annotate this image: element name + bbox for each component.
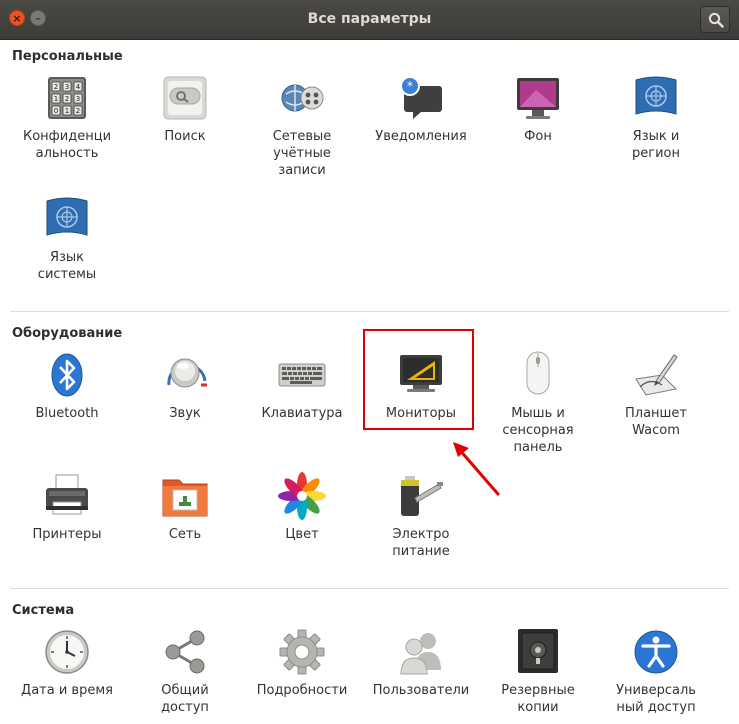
color-icon bbox=[278, 472, 326, 520]
details-gear-icon bbox=[279, 629, 325, 675]
settings-item-system-language[interactable]: Язык системы bbox=[9, 195, 125, 283]
svg-text:0: 0 bbox=[54, 107, 58, 115]
settings-item-notifications[interactable]: * Уведомления bbox=[363, 74, 479, 145]
settings-item-label: Универсаль ный доступ bbox=[616, 683, 696, 715]
language-region-icon bbox=[635, 76, 677, 115]
sound-icon bbox=[167, 358, 207, 388]
settings-item-sound[interactable]: Звук bbox=[127, 351, 243, 422]
accessibility-icon bbox=[634, 630, 678, 674]
wacom-tablet-icon bbox=[635, 354, 678, 396]
settings-item-users[interactable]: Пользователи bbox=[363, 628, 479, 699]
settings-item-network[interactable]: Сеть bbox=[127, 472, 243, 543]
svg-text:1: 1 bbox=[54, 95, 58, 103]
settings-item-keyboard[interactable]: Клавиатура bbox=[244, 351, 360, 422]
settings-item-label: Bluetooth bbox=[35, 406, 99, 421]
section-title-personal: Персональные bbox=[12, 49, 123, 64]
section-title-system: Система bbox=[12, 603, 75, 618]
svg-text:1: 1 bbox=[65, 107, 69, 115]
settings-item-label: Планшет Wacom bbox=[624, 406, 688, 438]
bluetooth-icon bbox=[51, 353, 83, 397]
system-language-icon bbox=[46, 197, 88, 236]
keyboard-icon bbox=[278, 363, 326, 387]
settings-item-label: Сетевые учётные записи bbox=[272, 129, 332, 178]
settings-item-privacy[interactable]: 234 123 012 Конфиденци альность bbox=[9, 74, 125, 162]
section-divider bbox=[10, 311, 729, 312]
settings-item-label: Подробности bbox=[256, 683, 348, 698]
power-icon bbox=[401, 476, 443, 516]
users-icon bbox=[400, 633, 441, 675]
notifications-icon: * bbox=[400, 76, 442, 119]
settings-item-language-region[interactable]: Язык и регион bbox=[598, 74, 714, 162]
settings-item-label: Резервные копии bbox=[501, 683, 575, 715]
settings-item-label: Язык системы bbox=[37, 250, 97, 282]
backup-safe-icon bbox=[518, 629, 558, 673]
settings-item-bluetooth[interactable]: Bluetooth bbox=[9, 351, 125, 422]
settings-item-date-time[interactable]: Дата и время bbox=[9, 628, 125, 699]
search-button[interactable] bbox=[700, 6, 730, 33]
settings-item-label: Уведомления bbox=[375, 129, 467, 144]
search-icon bbox=[708, 12, 724, 28]
settings-item-printers[interactable]: Принтеры bbox=[9, 472, 125, 543]
settings-item-online-accounts[interactable]: Сетевые учётные записи bbox=[244, 74, 360, 179]
settings-item-label: Дата и время bbox=[21, 683, 113, 698]
window-title: Все параметры bbox=[307, 11, 432, 27]
mouse-icon bbox=[526, 351, 550, 395]
settings-item-wacom[interactable]: Планшет Wacom bbox=[598, 351, 714, 439]
settings-item-label: Электро питание bbox=[392, 527, 450, 559]
settings-item-label: Принтеры bbox=[32, 527, 102, 542]
svg-text:*: * bbox=[407, 79, 413, 93]
highlight-box bbox=[363, 329, 474, 430]
background-icon bbox=[517, 78, 559, 119]
settings-item-backup[interactable]: Резервные копии bbox=[480, 628, 596, 716]
settings-item-label: Пользователи bbox=[372, 683, 470, 698]
privacy-lock-icon: 234 123 012 bbox=[48, 77, 86, 119]
printer-icon bbox=[46, 474, 88, 515]
svg-text:2: 2 bbox=[65, 95, 69, 103]
settings-item-sharing[interactable]: Общий доступ bbox=[127, 628, 243, 716]
settings-item-label: Язык и регион bbox=[632, 129, 680, 161]
svg-text:3: 3 bbox=[65, 83, 69, 91]
settings-item-label: Фон bbox=[524, 129, 552, 144]
settings-item-color[interactable]: Цвет bbox=[244, 472, 360, 543]
svg-text:2: 2 bbox=[76, 107, 80, 115]
settings-item-details[interactable]: Подробности bbox=[244, 628, 360, 699]
online-accounts-icon bbox=[281, 84, 324, 112]
svg-text:2: 2 bbox=[54, 83, 58, 91]
search-icon bbox=[163, 76, 207, 120]
clock-icon bbox=[45, 630, 89, 674]
title-bar: × – Все параметры bbox=[0, 0, 739, 40]
settings-item-search[interactable]: Поиск bbox=[127, 74, 243, 145]
sharing-icon bbox=[165, 630, 205, 674]
settings-item-label: Поиск bbox=[164, 129, 206, 144]
svg-text:4: 4 bbox=[76, 83, 81, 91]
settings-item-label: Звук bbox=[169, 406, 201, 421]
svg-text:3: 3 bbox=[76, 95, 80, 103]
settings-item-label: Общий доступ bbox=[161, 683, 209, 715]
settings-item-label: Сеть bbox=[168, 527, 202, 542]
settings-item-accessibility[interactable]: Универсаль ный доступ bbox=[598, 628, 714, 716]
settings-item-label: Цвет bbox=[285, 527, 319, 542]
settings-item-label: Клавиатура bbox=[261, 406, 343, 421]
settings-item-background[interactable]: Фон bbox=[480, 74, 596, 145]
pointer-arrow-icon bbox=[453, 442, 500, 496]
network-icon bbox=[162, 479, 208, 517]
settings-item-label: Конфиденци альность bbox=[22, 129, 112, 161]
section-divider bbox=[10, 588, 729, 589]
section-title-hardware: Оборудование bbox=[12, 326, 123, 341]
